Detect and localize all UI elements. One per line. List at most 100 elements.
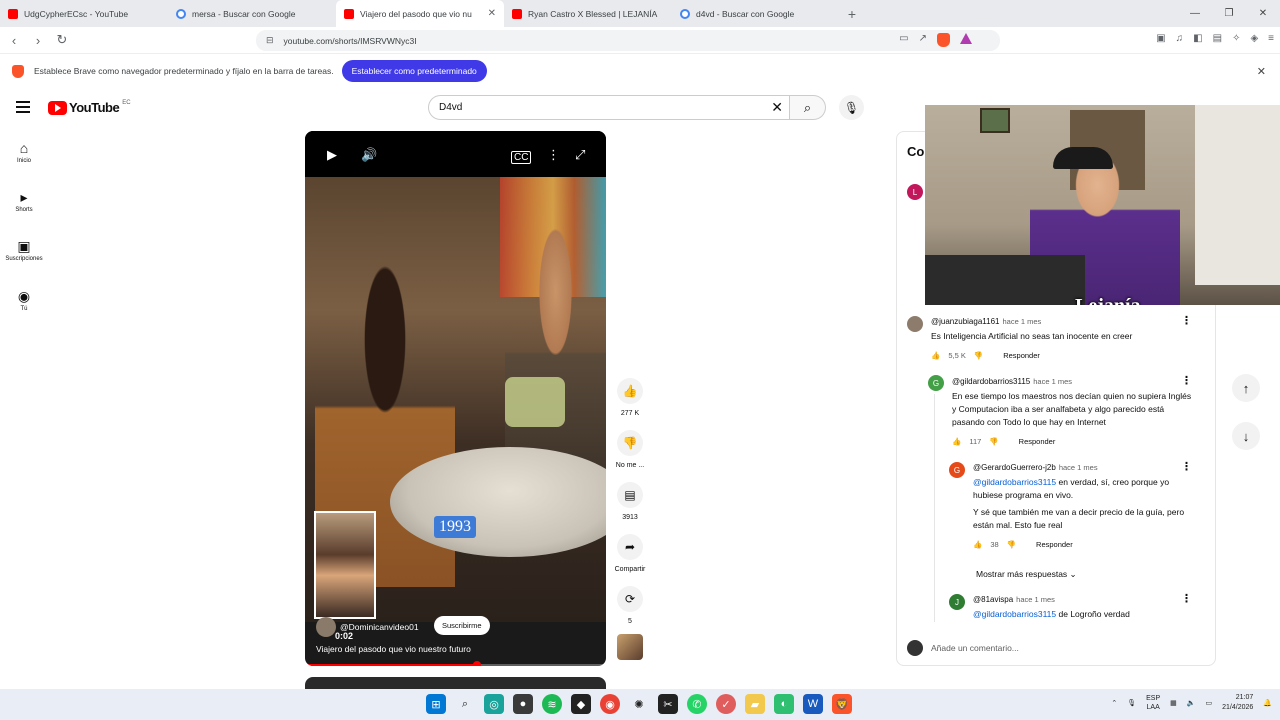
guide-menu-icon[interactable] [16, 101, 30, 116]
like-icon[interactable]: 👍 [617, 378, 643, 404]
video-title[interactable]: Viajero del pasodo que vio nuestro futur… [316, 644, 471, 654]
forward-icon[interactable]: › [28, 33, 48, 48]
reading-list-icon[interactable]: ▤ [1213, 33, 1222, 44]
browser-tab-1[interactable]: mersa - Buscar con Google [168, 0, 336, 27]
progress-bar[interactable] [305, 661, 606, 666]
comment-menu-icon[interactable]: ⋮ [1181, 374, 1192, 387]
sound-action[interactable] [612, 634, 648, 660]
comment-author[interactable]: @gildardobarrios3115 [952, 377, 1030, 386]
sidebar-item-subscriptions[interactable]: ▣ Suscripciones [0, 238, 48, 262]
comment-avatar[interactable]: G [928, 375, 944, 391]
vpn-icon[interactable]: ◈ [1250, 33, 1258, 44]
volume-icon[interactable]: 🔊 [361, 147, 377, 163]
comment-time[interactable]: hace 1 mes [1033, 377, 1072, 386]
reply-button[interactable]: Responder [1003, 351, 1040, 360]
voice-search-button[interactable]: 🎙 [839, 95, 864, 120]
restore-icon[interactable]: ❐ [1212, 0, 1246, 27]
minimize-icon[interactable]: — [1178, 0, 1212, 27]
brave-icon[interactable]: 🦁 [832, 694, 852, 714]
previous-short-button[interactable]: ↑ [1232, 374, 1260, 402]
dislike-action[interactable]: 👎 No me ... [612, 430, 648, 469]
subscribe-button[interactable]: Suscribirme [434, 616, 490, 635]
mic-tray-icon[interactable]: 🎙 [1127, 699, 1136, 707]
youtube-logo[interactable]: YouTube EC [48, 100, 131, 115]
todo-icon[interactable]: ✓ [716, 694, 736, 714]
wallet-icon[interactable]: ▣ [1156, 33, 1165, 44]
spotify-icon[interactable]: ≋ [542, 694, 562, 714]
comment-time[interactable]: hace 1 mes [1059, 463, 1098, 472]
share-icon[interactable]: ➦ [617, 534, 643, 560]
chrome-icon[interactable]: ◉ [600, 694, 620, 714]
word-icon[interactable]: W [803, 694, 823, 714]
dislike-icon[interactable]: 👎 [974, 351, 983, 360]
dislike-icon[interactable]: 👎 [617, 430, 643, 456]
reload-icon[interactable]: ↻ [52, 32, 72, 48]
close-infobar-icon[interactable]: ✕ [1257, 65, 1266, 78]
show-hidden-icon[interactable]: ⌃ [1111, 699, 1117, 707]
browser-tab-3[interactable]: Ryan Castro X Blessed | LEJANÍA [504, 0, 672, 27]
channel-avatar[interactable] [316, 617, 336, 637]
brave-shields-icon[interactable] [937, 33, 950, 47]
brave-rewards-icon[interactable] [960, 33, 972, 44]
close-window-icon[interactable]: ✕ [1246, 0, 1280, 27]
copilot-icon[interactable]: ◎ [484, 694, 504, 714]
sidebar-item-shorts[interactable]: ▸ Shorts [0, 189, 48, 213]
like-action[interactable]: 👍 277 K [612, 378, 648, 417]
network-icon[interactable]: ▦ [1170, 699, 1177, 707]
comment-mention[interactable]: @gildardobarrios3115 [973, 477, 1056, 487]
clock[interactable]: 21:07 21/4/2026 [1222, 693, 1253, 713]
battery-icon[interactable]: ▭ [1206, 699, 1213, 707]
volume-tray-icon[interactable]: 🔈 [1187, 699, 1196, 707]
comment-mention[interactable]: @gildardobarrios3115 [973, 609, 1056, 619]
obs-icon[interactable]: ● [513, 694, 533, 714]
like-icon[interactable]: 👍 [952, 437, 961, 446]
leo-icon[interactable]: ✧ [1232, 33, 1240, 44]
dislike-icon[interactable]: 👎 [989, 437, 998, 446]
capcut-icon[interactable]: ✂ [658, 694, 678, 714]
notifications-icon[interactable]: 🔔 [1263, 699, 1272, 707]
search-input[interactable]: D4vd ✕ [428, 95, 790, 120]
whatsapp-icon[interactable]: ✆ [687, 694, 707, 714]
start-icon[interactable]: ⊞ [426, 694, 446, 714]
progress-scrubber[interactable] [472, 661, 481, 666]
set-default-button[interactable]: Establecer como predeterminado [341, 60, 487, 82]
sound-thumbnail[interactable] [617, 634, 643, 660]
search-button[interactable]: ⌕ [790, 95, 826, 120]
add-comment-input[interactable]: Añade un comentario... [907, 640, 1019, 656]
back-icon[interactable]: ‹ [4, 33, 24, 48]
comment-avatar[interactable] [907, 316, 923, 332]
app2-icon[interactable]: ◐ [774, 694, 794, 714]
comment-avatar[interactable]: J [949, 594, 965, 610]
file-explorer-icon[interactable]: ▰ [745, 694, 765, 714]
sidebar-item-you[interactable]: ◉ Tú [0, 288, 48, 312]
comment-author[interactable]: @juanzubiaga1161 [931, 317, 999, 326]
remix-icon[interactable]: ⟳ [617, 586, 643, 612]
browser-tab-4[interactable]: d4vd - Buscar con Google [672, 0, 840, 27]
comment-menu-icon[interactable]: ⋮ [1181, 592, 1192, 605]
sidebar-item-home[interactable]: ⌂ Inicio [0, 140, 48, 164]
share-action[interactable]: ➦ Compartir [612, 534, 648, 573]
site-info-icon[interactable]: ⊟ [266, 35, 274, 46]
comment-author[interactable]: @GerardoGuerrero-j2b [973, 463, 1056, 472]
fullscreen-icon[interactable]: ⤢ [575, 147, 585, 163]
comments-action[interactable]: ▤ 3913 [612, 482, 648, 521]
like-icon[interactable]: 👍 [973, 540, 982, 549]
comment-menu-icon[interactable]: ⋮ [1181, 314, 1192, 327]
comment-avatar[interactable]: G [949, 462, 965, 478]
search-icon[interactable]: ⌕ [455, 694, 475, 714]
close-tab-icon[interactable]: ✕ [488, 8, 496, 19]
show-more-replies-button[interactable]: Mostrar más respuestas ⌄ [976, 569, 1077, 580]
play-icon[interactable]: ▶ [327, 147, 337, 163]
chatgpt-icon[interactable]: ✺ [629, 694, 649, 714]
comment-author[interactable]: @81avispa [973, 595, 1013, 604]
browser-tab-2[interactable]: Viajero del pasodo que vio nu ✕ [336, 0, 504, 27]
more-options-icon[interactable]: ⋮ [547, 147, 560, 163]
app-icon[interactable]: ◆ [571, 694, 591, 714]
cast-icon[interactable]: ▭ [899, 33, 908, 47]
channel-info[interactable]: @Dominicanvideo01 [316, 617, 419, 637]
clear-search-icon[interactable]: ✕ [771, 99, 783, 116]
like-icon[interactable]: 👍 [931, 351, 940, 360]
comment-icon[interactable]: ▤ [617, 482, 643, 508]
dislike-icon[interactable]: 👎 [1007, 540, 1016, 549]
next-short-button[interactable]: ↓ [1232, 422, 1260, 450]
